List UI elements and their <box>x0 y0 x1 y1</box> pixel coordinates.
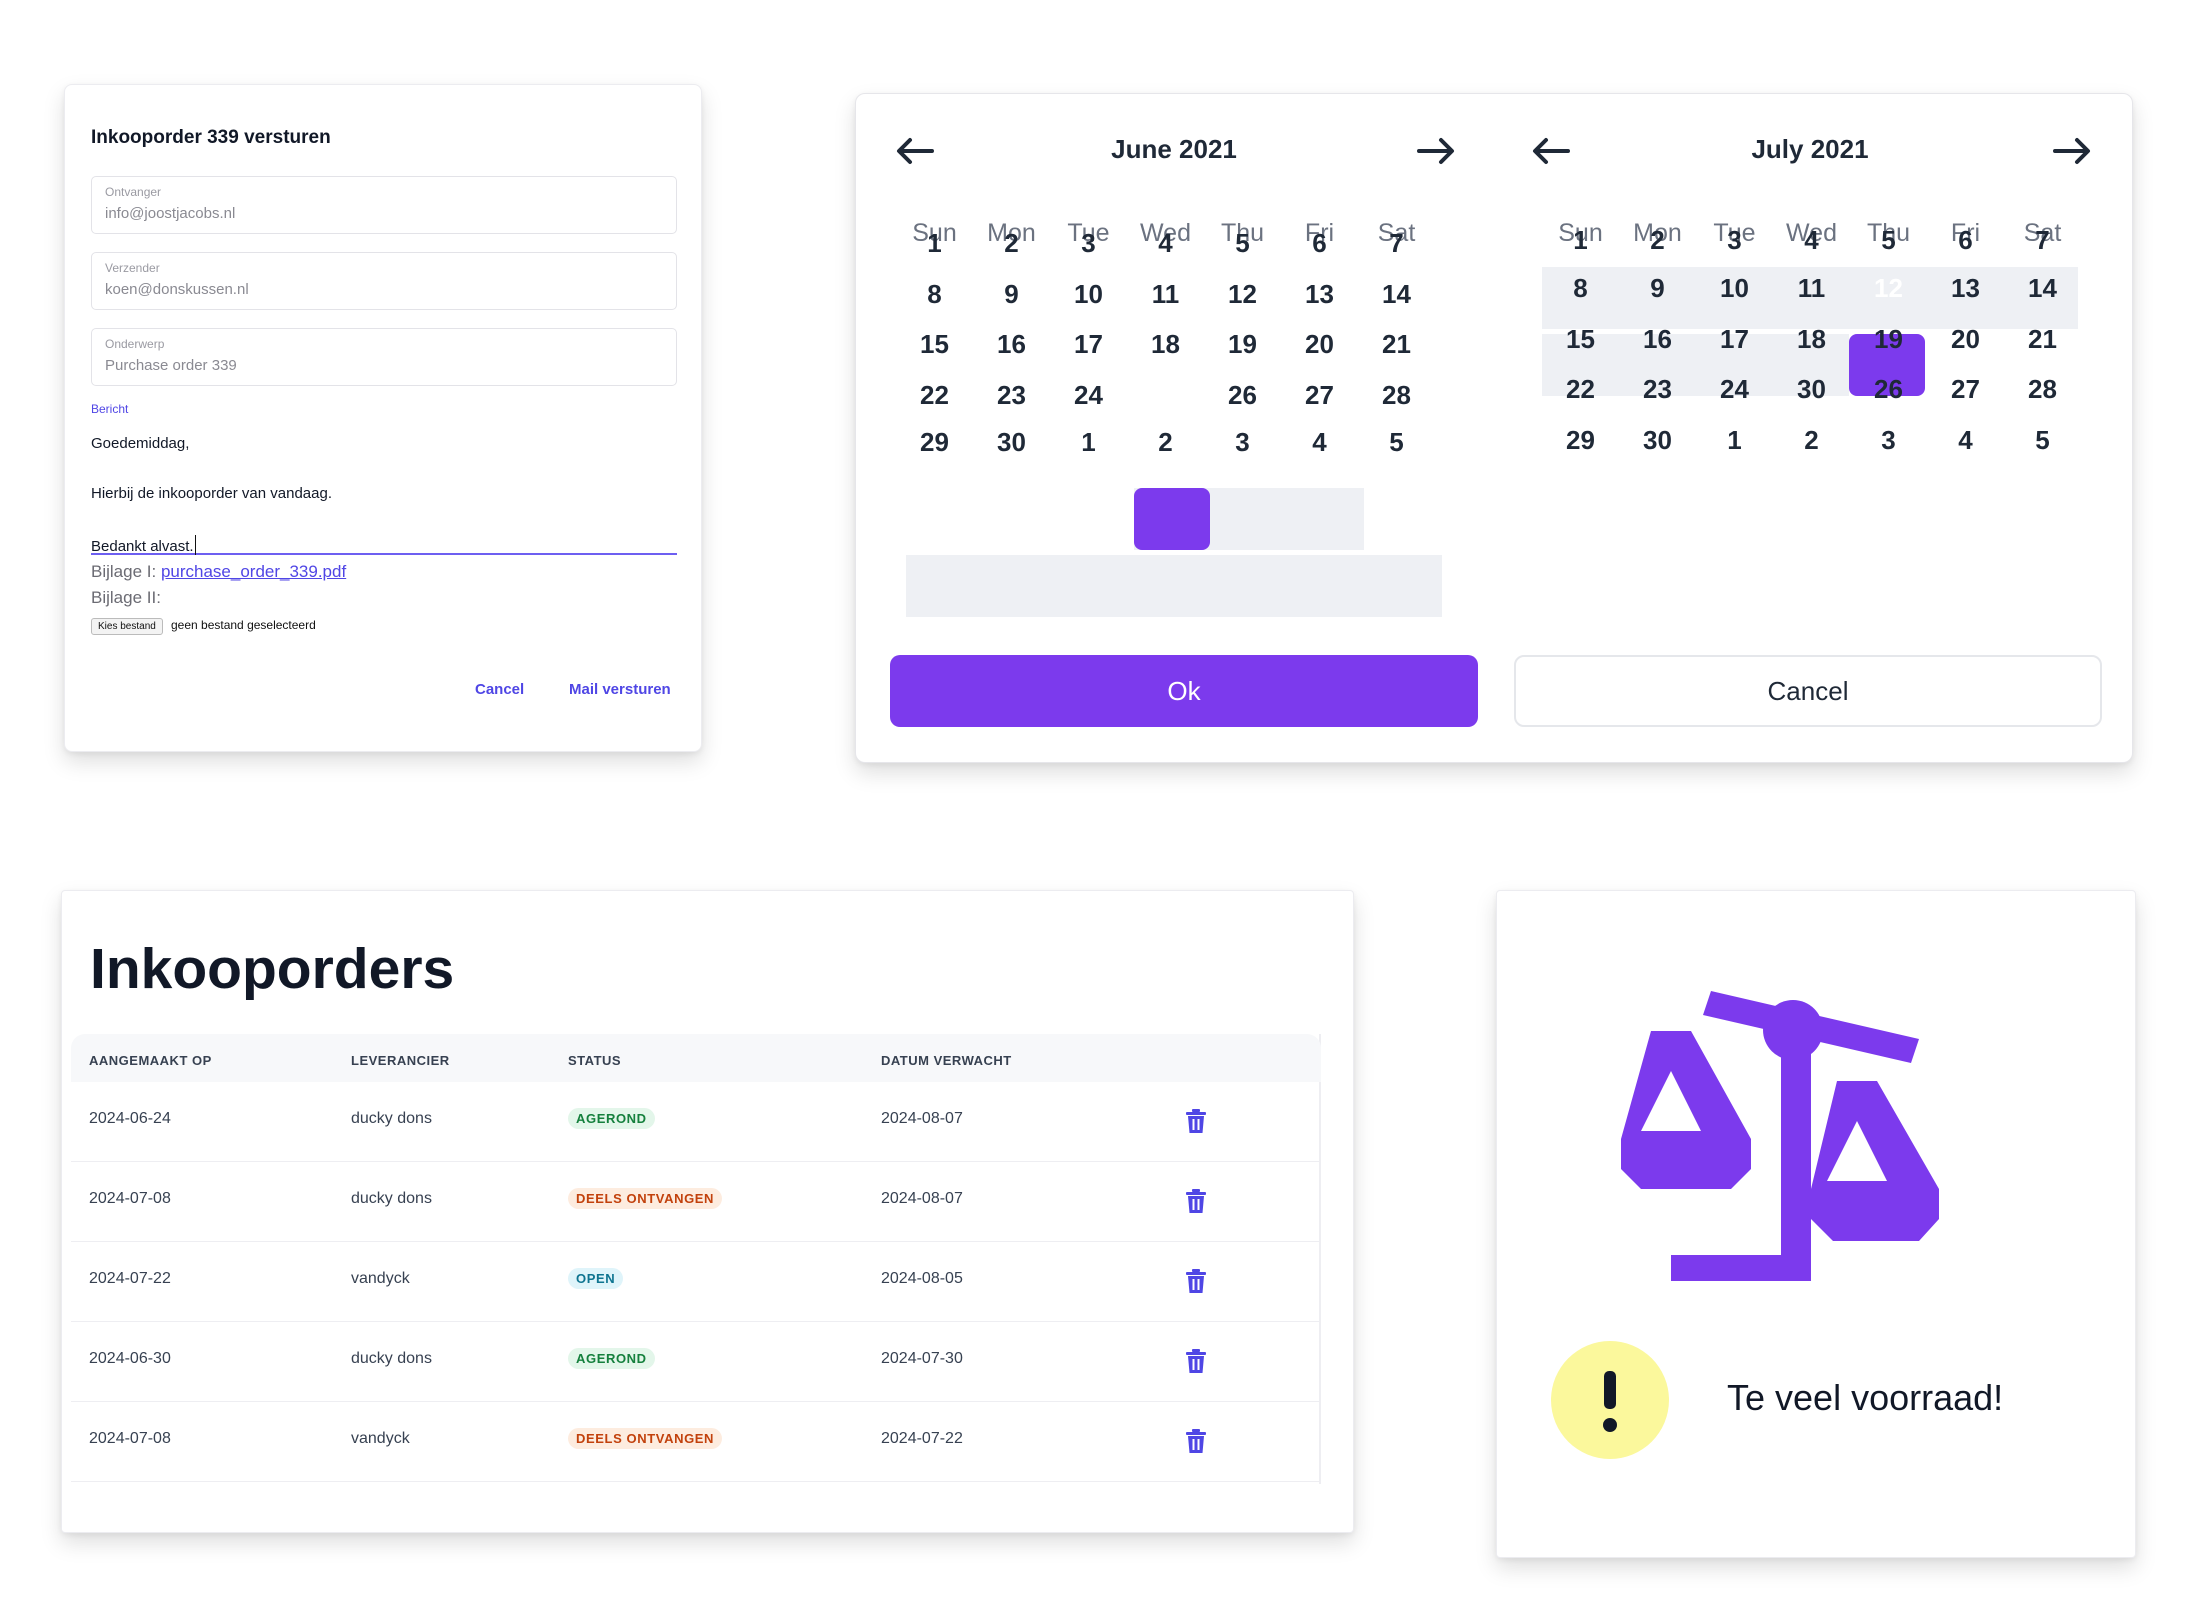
file-status: geen bestand geselecteerd <box>171 618 316 632</box>
sender-label: Verzender <box>105 261 160 275</box>
date-range-picker: June 2021 July 2021 Sun Mon Tue Wed Thu Fri Sa… <box>855 93 2133 763</box>
warning-badge <box>1551 1341 1669 1459</box>
created-cell: 2024-07-08 <box>89 1190 171 1207</box>
subject-label: Onderwerp <box>105 337 165 351</box>
column-header[interactable]: DATUM VERWACHT <box>881 1053 1012 1068</box>
subject-field[interactable]: Onderwerp Purchase order 339 <box>91 328 677 386</box>
message-line: Goedemiddag, <box>91 435 190 452</box>
trash-icon[interactable] <box>1185 1108 1207 1134</box>
expected-cell: 2024-08-07 <box>881 1190 963 1207</box>
status-badge: DEELS ONTVANGEN <box>568 1428 723 1449</box>
created-cell: 2024-06-24 <box>89 1110 171 1127</box>
page-title: Inkooporders <box>90 937 455 1001</box>
sender-value: koen@donskussen.nl <box>105 281 249 298</box>
table-row[interactable]: 2024-07-22 vandyck OPEN 2024-08-05 <box>71 1242 1321 1322</box>
attachment-2-label: Bijlage II: <box>91 588 161 607</box>
warning-text: Te veel voorraad! <box>1727 1377 2004 1418</box>
table-header: AANGEMAAKT OP LEVERANCIER STATUS DATUM V… <box>71 1034 1321 1082</box>
expected-cell: 2024-08-07 <box>881 1110 963 1127</box>
ok-button[interactable]: Ok <box>890 655 1478 727</box>
arrow-left-icon[interactable] <box>892 134 938 168</box>
sender-field[interactable]: Verzender koen@donskussen.nl <box>91 252 677 310</box>
calendar-day[interactable]: 4 <box>1281 411 1358 473</box>
expected-cell: 2024-08-05 <box>881 1270 963 1287</box>
column-header[interactable]: STATUS <box>568 1053 621 1068</box>
arrow-right-icon[interactable] <box>2049 134 2095 168</box>
attachment-1-label: Bijlage I: <box>91 562 161 581</box>
calendar-day[interactable]: 3 <box>1204 411 1281 473</box>
table-row[interactable]: 2024-06-24 ducky dons AGEROND 2024-08-07 <box>71 1082 1321 1162</box>
month-title-june: June 2021 <box>1111 134 1237 164</box>
calendar-day[interactable]: 1 <box>1696 409 1773 471</box>
calendar-day[interactable]: 3 <box>1850 409 1927 471</box>
trash-icon[interactable] <box>1185 1348 1207 1374</box>
column-header[interactable]: AANGEMAAKT OP <box>89 1053 212 1068</box>
column-header[interactable]: LEVERANCIER <box>351 1053 450 1068</box>
calendar-day[interactable]: 29 <box>896 411 973 473</box>
scale-icon <box>1621 991 1939 1281</box>
status-badge: OPEN <box>568 1268 624 1289</box>
calendar-day[interactable]: 2 <box>1127 411 1204 473</box>
calendar-day[interactable]: 1 <box>1050 411 1127 473</box>
calendar-day[interactable]: 30 <box>973 411 1050 473</box>
supplier-cell: vandyck <box>351 1270 410 1287</box>
attachment-1: Bijlage I: purchase_order_339.pdf <box>91 562 346 582</box>
status-badge: AGEROND <box>568 1108 655 1129</box>
dialog-title: Inkooporder 339 versturen <box>91 127 331 148</box>
arrow-right-icon[interactable] <box>1413 134 1459 168</box>
message-label: Bericht <box>91 402 129 416</box>
calendar-day[interactable]: 4 <box>1927 409 2004 471</box>
supplier-cell: vandyck <box>351 1430 410 1447</box>
recipient-value: info@joostjacobs.nl <box>105 205 236 222</box>
calendar-day[interactable]: 5 <box>2004 409 2081 471</box>
calendar-day[interactable]: 30 <box>1619 409 1696 471</box>
status-badge: DEELS ONTVANGEN <box>568 1188 723 1209</box>
calendar-day[interactable]: 5 <box>1358 411 1435 473</box>
arrow-left-icon[interactable] <box>1528 134 1574 168</box>
message-textarea[interactable]: Goedemiddag, Hierbij de inkooporder van … <box>91 425 677 555</box>
message-line-text: Bedankt alvast. <box>91 538 194 555</box>
created-cell: 2024-07-08 <box>89 1430 171 1447</box>
exclamation-icon <box>1603 1371 1617 1432</box>
message-line: Hierbij de inkooporder van vandaag. <box>91 485 332 502</box>
expected-cell: 2024-07-30 <box>881 1350 963 1367</box>
table-row[interactable]: 2024-06-30 ducky dons AGEROND 2024-07-30 <box>71 1322 1321 1402</box>
send-mail-button[interactable]: Mail versturen <box>569 681 671 698</box>
cancel-button[interactable]: Cancel <box>1514 655 2102 727</box>
calendar-day[interactable]: 29 <box>1542 409 1619 471</box>
expected-cell: 2024-07-22 <box>881 1430 963 1447</box>
calendar-day[interactable]: 2 <box>1773 409 1850 471</box>
table-row[interactable]: 2024-07-08 ducky dons DEELS ONTVANGEN 2024-… <box>71 1162 1321 1242</box>
stock-warning-card: Te veel voorraad! <box>1496 890 2136 1558</box>
choose-file-button[interactable]: Kies bestand <box>91 618 163 635</box>
recipient-field[interactable]: Ontvanger info@joostjacobs.nl <box>91 176 677 234</box>
supplier-cell: ducky dons <box>351 1190 432 1207</box>
recipient-label: Ontvanger <box>105 185 162 199</box>
selected-start-marker <box>1134 488 1210 550</box>
send-order-dialog: Inkooporder 339 versturen Ontvanger info… <box>64 84 702 752</box>
text-caret <box>194 535 197 555</box>
trash-icon[interactable] <box>1185 1188 1207 1214</box>
created-cell: 2024-07-22 <box>89 1270 171 1287</box>
trash-icon[interactable] <box>1185 1428 1207 1454</box>
created-cell: 2024-06-30 <box>89 1350 171 1367</box>
message-line: Bedankt alvast. <box>91 535 197 555</box>
purchase-orders-card: Inkooporders AANGEMAAKT OP LEVERANCIER S… <box>61 890 1354 1533</box>
table-row[interactable]: 2024-07-08 vandyck DEELS ONTVANGEN 2024-07-… <box>71 1402 1321 1482</box>
month-title-july: July 2021 <box>1751 134 1869 164</box>
trash-icon[interactable] <box>1185 1268 1207 1294</box>
supplier-cell: ducky dons <box>351 1110 432 1127</box>
cancel-button[interactable]: Cancel <box>475 681 524 698</box>
orders-table: AANGEMAAKT OP LEVERANCIER STATUS DATUM V… <box>71 1034 1321 1484</box>
supplier-cell: ducky dons <box>351 1350 432 1367</box>
status-badge: AGEROND <box>568 1348 655 1369</box>
attachment-1-link[interactable]: purchase_order_339.pdf <box>161 562 346 581</box>
subject-value: Purchase order 339 <box>105 357 237 374</box>
range-highlight <box>906 555 1442 617</box>
